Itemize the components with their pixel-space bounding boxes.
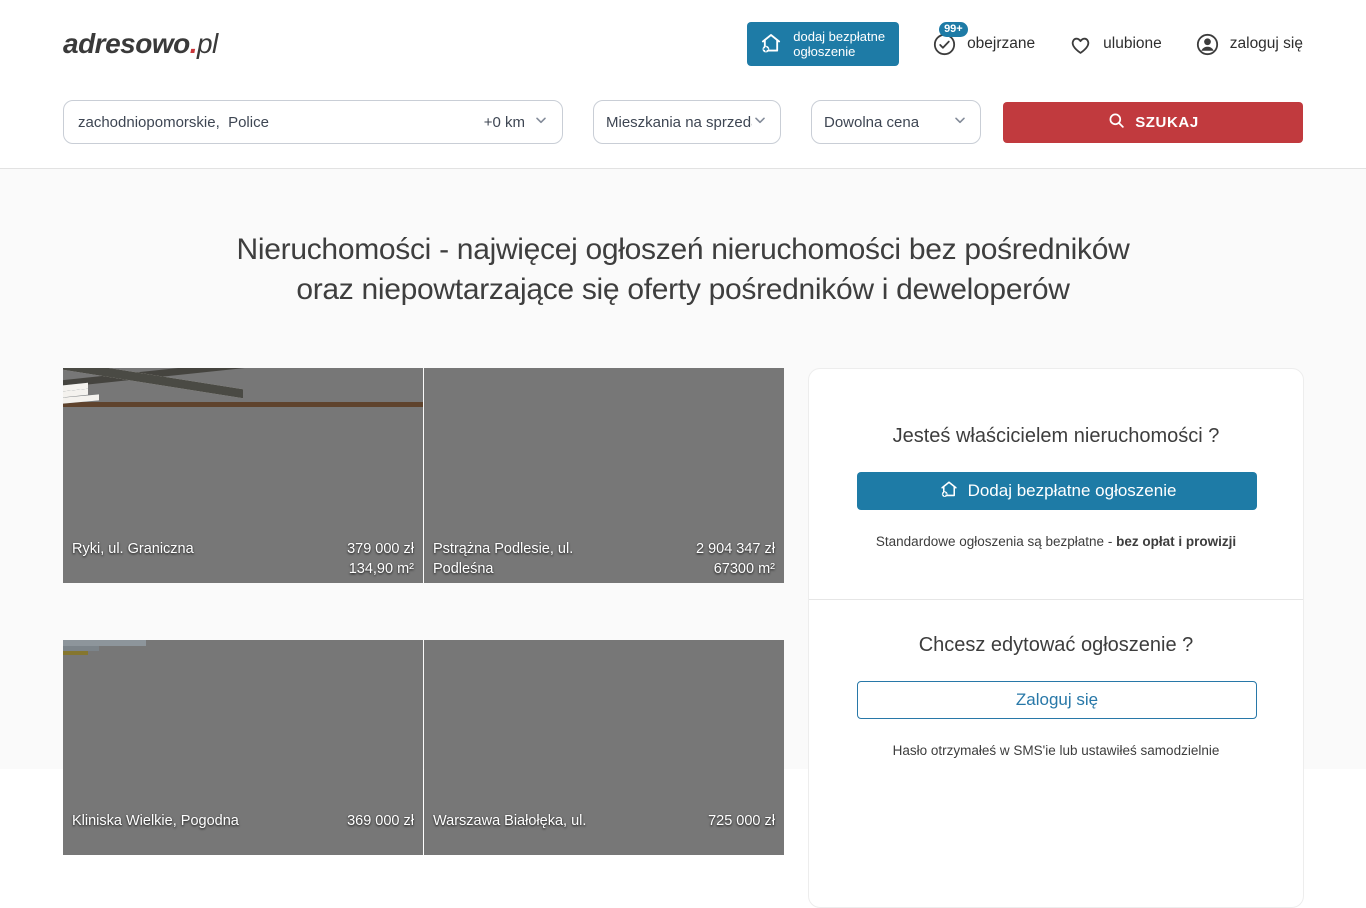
edit-heading: Chcesz edytować ogłoszenie ? xyxy=(857,634,1255,657)
search-button[interactable]: SZUKAJ xyxy=(1003,102,1303,143)
owner-section: Jesteś właścicielem nieruchomości ? Doda… xyxy=(809,369,1303,599)
listing-card[interactable]: Ryki, ul. Graniczna 379 000 zł 134,90 m² xyxy=(63,368,423,583)
listing-card[interactable]: Warszawa Białołęka, ul. 725 000 zł xyxy=(424,640,784,855)
site-logo[interactable]: adresowo.pl xyxy=(63,28,218,60)
owner-panel: Jesteś właścicielem nieruchomości ? Doda… xyxy=(808,368,1304,908)
edit-section: Chcesz edytować ogłoszenie ? Zaloguj się… xyxy=(809,599,1303,808)
listing-location: Ryki, ul. Graniczna xyxy=(72,539,194,559)
listing-location: Pstrążna Podlesie, ul. Podleśna xyxy=(433,539,573,579)
logo-text-tld: pl xyxy=(197,28,218,59)
logo-text-main: adresowo xyxy=(63,28,190,59)
owner-note: Standardowe ogłoszenia są bezpłatne - be… xyxy=(857,534,1255,549)
radius-select[interactable]: +0 km xyxy=(484,112,562,132)
favorites-menu-item[interactable]: ulubione xyxy=(1067,31,1162,58)
chevron-down-icon xyxy=(952,112,968,132)
search-bar: +0 km Mieszkania na sprzedaż Dowolna cen… xyxy=(0,88,1366,169)
viewed-menu-item[interactable]: 99+ obejrzane xyxy=(931,31,1035,58)
listing-location: Warszawa Białołęka, ul. xyxy=(433,811,586,831)
listing-price: 2 904 347 zł 67300 m² xyxy=(696,539,775,579)
listing-area: 67300 m² xyxy=(696,559,775,579)
page-title: Nieruchomości - najwięcej ogłoszeń nieru… xyxy=(0,230,1366,310)
viewed-label: obejrzane xyxy=(967,35,1035,53)
login-sidebar-button[interactable]: Zaloguj się xyxy=(857,681,1257,719)
user-circle-icon xyxy=(1194,31,1221,58)
listings-grid: Ryki, ul. Graniczna 379 000 zł 134,90 m² xyxy=(63,368,784,908)
viewed-count-badge: 99+ xyxy=(939,22,968,37)
heart-icon xyxy=(1067,31,1094,58)
hero-section: Nieruchomości - najwięcej ogłoszeń nieru… xyxy=(0,169,1366,310)
listing-card[interactable]: Pstrążna Podlesie, ul. Podleśna 2 904 34… xyxy=(424,368,784,583)
price-value: Dowolna cena xyxy=(824,114,919,131)
logo-dot: . xyxy=(190,28,197,59)
search-icon xyxy=(1107,111,1126,134)
location-input[interactable] xyxy=(64,101,484,143)
location-field: +0 km xyxy=(63,100,563,144)
content-row: Ryki, ul. Graniczna 379 000 zł 134,90 m² xyxy=(0,368,1366,908)
main-area: Nieruchomości - najwięcej ogłoszeń nieru… xyxy=(0,169,1366,769)
search-button-label: SZUKAJ xyxy=(1135,114,1199,131)
price-select[interactable]: Dowolna cena xyxy=(811,100,981,144)
add-listing-sidebar-button[interactable]: Dodaj bezpłatne ogłoszenie xyxy=(857,472,1257,510)
house-plus-icon xyxy=(758,30,784,59)
add-listing-header-label: dodaj bezpłatne ogłoszenie xyxy=(793,29,885,59)
listing-price: 379 000 zł 134,90 m² xyxy=(347,539,414,579)
chevron-down-icon xyxy=(533,112,549,132)
listing-photo xyxy=(63,368,423,407)
listing-photo xyxy=(63,640,423,655)
chevron-down-icon xyxy=(752,112,768,132)
login-menu-item[interactable]: zaloguj się xyxy=(1194,31,1303,58)
login-label: zaloguj się xyxy=(1230,35,1303,53)
listing-location: Kliniska Wielkie, Pogodna xyxy=(72,811,239,831)
house-plus-icon xyxy=(938,478,960,505)
category-select[interactable]: Mieszkania na sprzedaż xyxy=(593,100,781,144)
category-value: Mieszkania na sprzedaż xyxy=(606,114,752,131)
listing-price: 369 000 zł xyxy=(347,811,414,831)
edit-note: Hasło otrzymałeś w SMS'ie lub ustawiłeś … xyxy=(857,743,1255,758)
radius-value: +0 km xyxy=(484,114,525,131)
owner-heading: Jesteś właścicielem nieruchomości ? xyxy=(857,425,1255,448)
listing-card[interactable]: Kliniska Wielkie, Pogodna 369 000 zł xyxy=(63,640,423,855)
listing-area: 134,90 m² xyxy=(347,559,414,579)
header: adresowo.pl dodaj bezpłatne ogłoszenie 9… xyxy=(0,0,1366,88)
favorites-label: ulubione xyxy=(1103,35,1162,53)
add-listing-header-button[interactable]: dodaj bezpłatne ogłoszenie xyxy=(747,22,899,66)
header-actions: dodaj bezpłatne ogłoszenie 99+ obejrzane… xyxy=(747,22,1303,66)
listing-price: 725 000 zł xyxy=(708,811,775,831)
add-listing-sidebar-label: Dodaj bezpłatne ogłoszenie xyxy=(968,481,1177,501)
